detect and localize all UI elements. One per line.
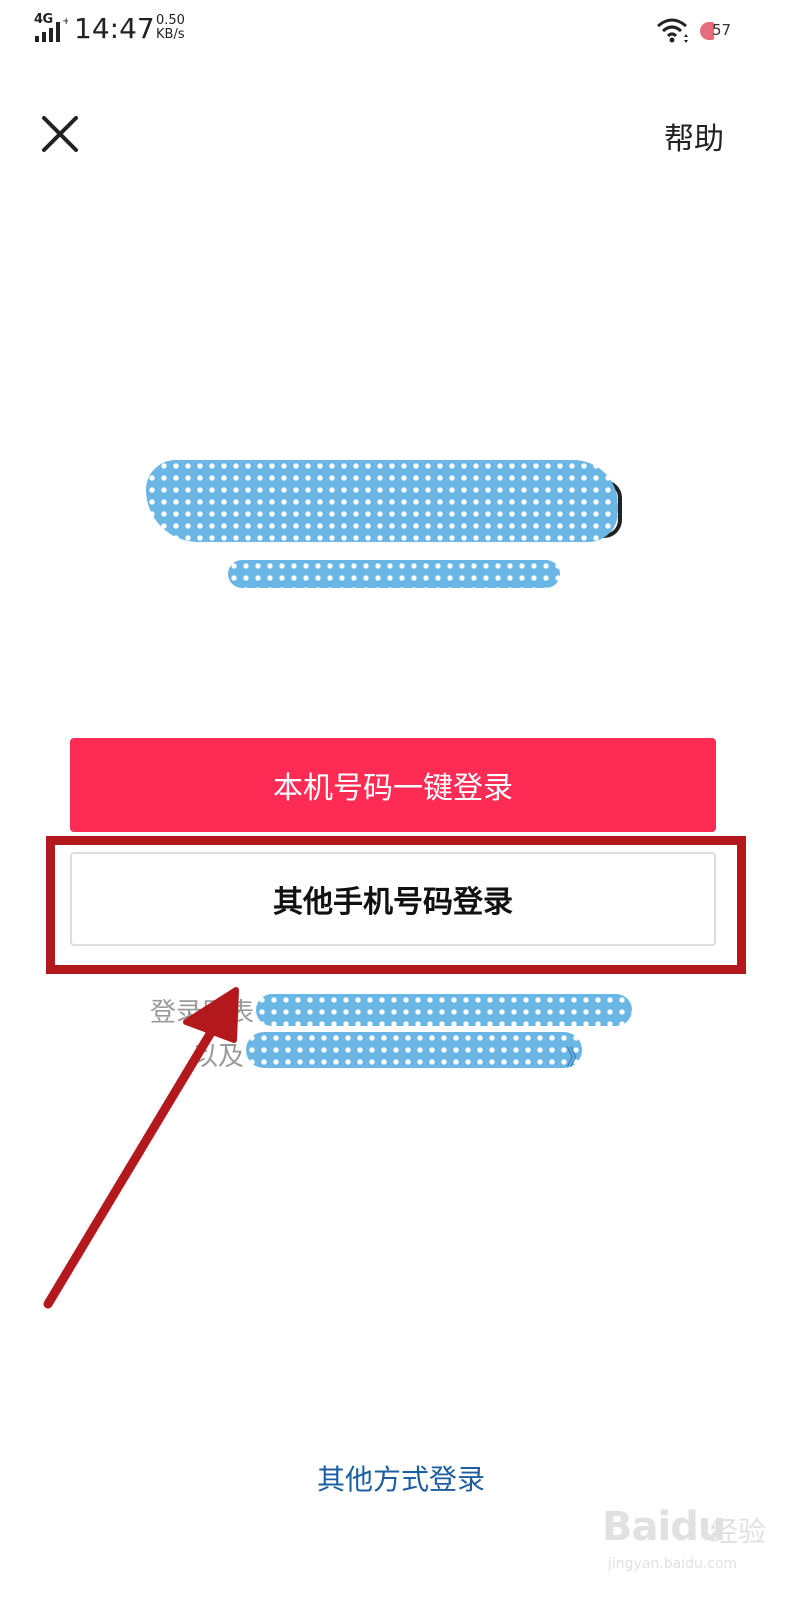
- speed-unit: KB/s: [156, 27, 185, 42]
- battery-percent: 57: [712, 21, 732, 39]
- close-icon: [42, 116, 78, 152]
- redacted-terms-link: [256, 994, 632, 1026]
- other-login-methods-link[interactable]: 其他方式登录: [0, 1458, 802, 1498]
- terms-conjunction: 以及: [192, 1042, 245, 1072]
- other-phone-login-button[interactable]: 其他手机号码登录: [70, 852, 716, 946]
- redacted-subtitle: [228, 560, 560, 588]
- watermark-url: jingyan.baidu.com: [608, 1556, 738, 1572]
- redacted-privacy-link: [246, 1032, 582, 1068]
- redacted-title: [146, 460, 618, 542]
- battery-icon: 57: [700, 20, 734, 42]
- speed-value: 0.50: [156, 13, 185, 28]
- svg-text:+: +: [62, 16, 68, 27]
- status-bar: 4G + 14:47 0.50 KB/s 57: [0, 0, 802, 64]
- signal-icon: 4G +: [34, 12, 68, 44]
- terms-prefix: 登录即表: [150, 998, 255, 1028]
- watermark-brand: Baidu: [602, 1504, 726, 1550]
- terms-closing-bracket: 》: [566, 1046, 589, 1071]
- wifi-icon: [657, 18, 688, 43]
- watermark-cn: 经验: [710, 1515, 767, 1548]
- close-button[interactable]: [36, 112, 84, 160]
- network-speed: 0.50 KB/s: [156, 14, 196, 42]
- baidu-jingyan-watermark: Baidu 经验 jingyan.baidu.com: [602, 1504, 782, 1584]
- help-button[interactable]: 帮助: [664, 114, 724, 158]
- one-click-login-button[interactable]: 本机号码一键登录: [70, 738, 716, 832]
- status-time: 14:47: [74, 12, 155, 45]
